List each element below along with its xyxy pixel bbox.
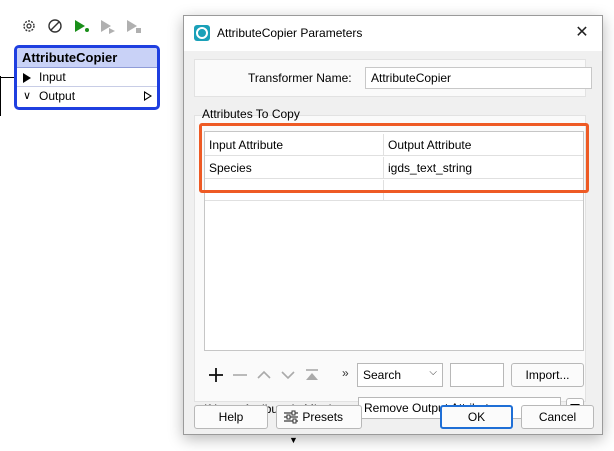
add-row-icon[interactable] xyxy=(206,365,226,385)
header-output-attribute[interactable]: Output Attribute xyxy=(384,134,583,156)
move-top-icon[interactable] xyxy=(302,365,322,385)
close-icon[interactable]: ✕ xyxy=(572,23,592,43)
move-up-icon[interactable] xyxy=(254,365,274,385)
chevron-down-icon: ⌵ xyxy=(429,367,437,378)
transformer-name-label: Transformer Name: xyxy=(248,71,352,85)
remove-row-icon[interactable] xyxy=(230,365,250,385)
caret-down-icon: ▼ xyxy=(289,435,298,445)
output-port-label: Output xyxy=(39,89,76,103)
canvas-toolbar xyxy=(18,14,144,38)
output-port-arrow-icon[interactable] xyxy=(144,91,152,101)
dialog-title: AttributeCopier Parameters xyxy=(217,26,363,40)
run-from-icon[interactable] xyxy=(122,15,144,37)
table-cell-input-empty[interactable] xyxy=(205,180,384,201)
dialog-footer: Help Presets ▼ OK Cancel xyxy=(184,401,604,445)
search-mode-select[interactable]: Search ⌵ xyxy=(357,363,443,387)
table-tools-row: » Search ⌵ Import... xyxy=(204,363,589,387)
header-input-attribute[interactable]: Input Attribute xyxy=(205,134,384,156)
search-mode-value: Search xyxy=(363,368,402,382)
more-tools-icon[interactable]: » xyxy=(342,366,349,380)
table-cell-input[interactable]: Species xyxy=(205,157,384,179)
attributes-group-label: Attributes To Copy xyxy=(202,107,300,121)
input-port-label: Input xyxy=(39,70,66,84)
connection-line[interactable] xyxy=(0,77,14,78)
import-button[interactable]: Import... xyxy=(511,363,584,387)
connection-line-vertical[interactable] xyxy=(0,76,1,116)
dialog-titlebar[interactable]: AttributeCopier Parameters ✕ xyxy=(184,16,602,51)
attributes-table: Input Attribute Output Attribute Species… xyxy=(204,131,584,351)
gear-icon[interactable] xyxy=(18,15,40,37)
chevron-down-icon[interactable]: ∨ xyxy=(23,87,31,105)
presets-button[interactable]: Presets ▼ xyxy=(276,405,362,445)
help-button[interactable]: Help xyxy=(194,405,268,429)
parameters-dialog: AttributeCopier Parameters ✕ Transformer… xyxy=(183,15,604,445)
transformer-node[interactable]: AttributeCopier Input ∨ Output xyxy=(14,45,160,110)
disable-icon[interactable] xyxy=(44,15,66,37)
search-input[interactable] xyxy=(450,363,504,387)
output-port[interactable]: ∨ Output xyxy=(17,87,157,106)
table-cell-output-empty[interactable] xyxy=(384,180,583,201)
cancel-button[interactable]: Cancel xyxy=(521,405,594,429)
move-down-icon[interactable] xyxy=(278,365,298,385)
input-port[interactable]: Input xyxy=(17,68,157,87)
app-icon xyxy=(194,25,210,41)
input-port-arrow-icon xyxy=(23,73,31,83)
transformer-title: AttributeCopier xyxy=(17,48,157,68)
sliders-icon xyxy=(284,410,298,424)
table-cell-output[interactable]: igds_text_string xyxy=(384,157,583,179)
transformer-name-row: Transformer Name: AttributeCopier xyxy=(194,59,592,97)
transformer-name-input[interactable]: AttributeCopier xyxy=(365,67,592,89)
run-partial-icon[interactable] xyxy=(96,15,118,37)
dialog-body: Transformer Name: AttributeCopier Attrib… xyxy=(184,51,602,434)
presets-label: Presets xyxy=(302,410,344,424)
run-icon[interactable] xyxy=(70,15,92,37)
ok-button[interactable]: OK xyxy=(440,405,513,429)
